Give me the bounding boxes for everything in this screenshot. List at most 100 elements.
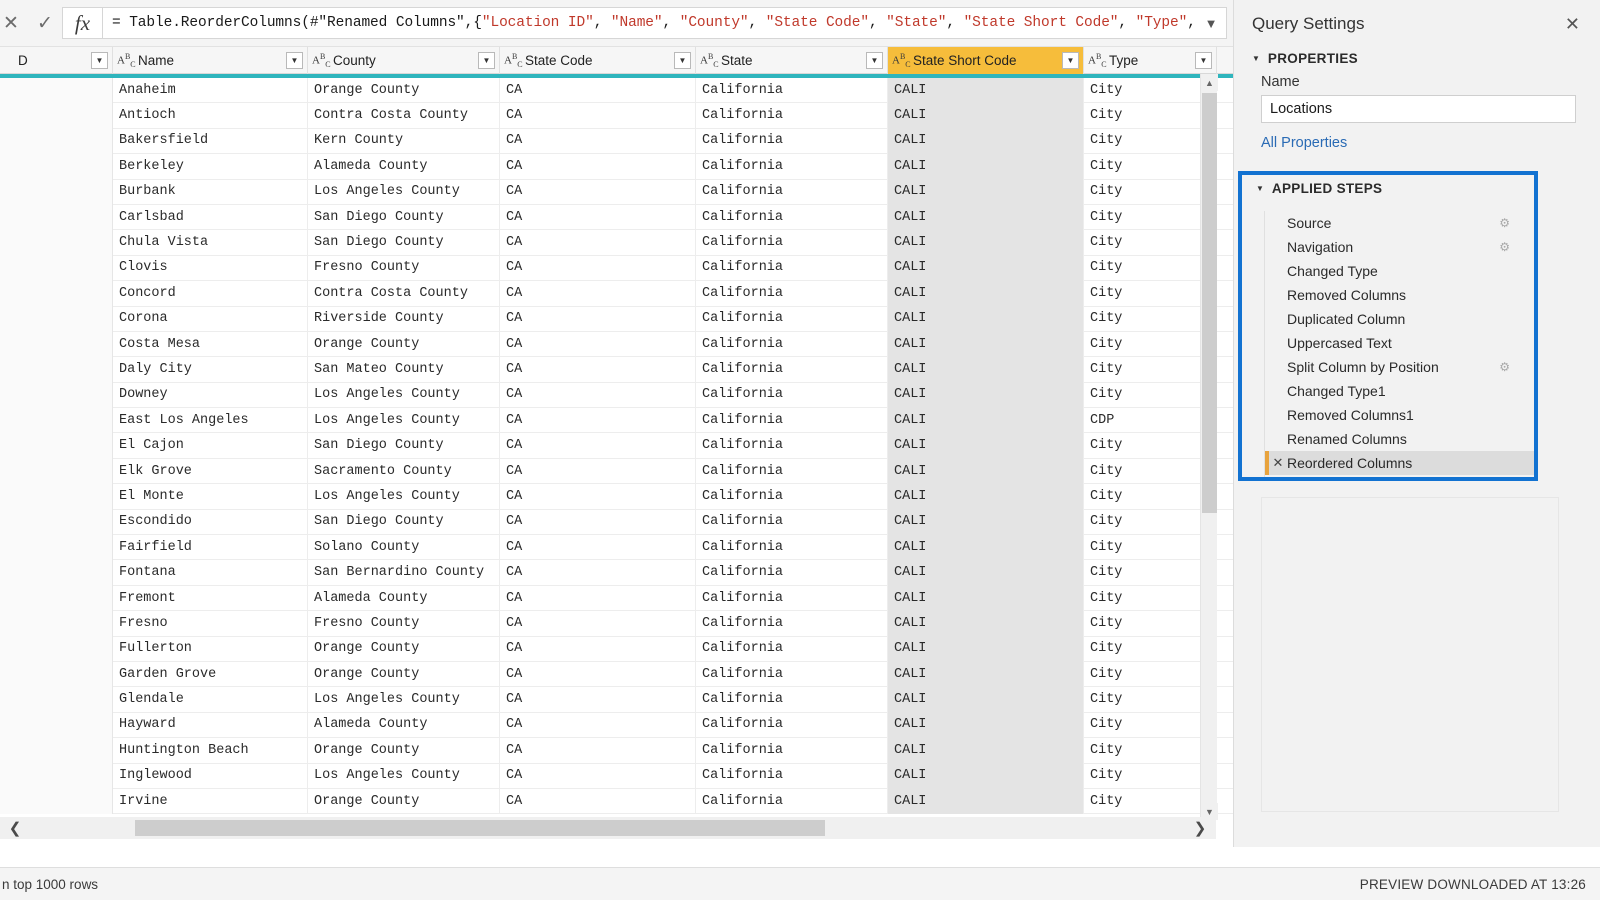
cell-state-code[interactable]: CA [500, 179, 696, 205]
cell-type[interactable]: City [1084, 179, 1217, 205]
cell-name[interactable]: Corona [113, 306, 308, 332]
query-name-input[interactable]: Locations [1261, 95, 1576, 123]
cell-name[interactable]: Downey [113, 382, 308, 408]
cell-county[interactable]: San Bernardino County [308, 559, 500, 586]
cell-county[interactable]: Orange County [308, 737, 500, 764]
cell-id[interactable] [0, 77, 113, 103]
cell-county[interactable]: Los Angeles County [308, 763, 500, 789]
cell-short[interactable]: CALI [888, 382, 1084, 408]
cell-name[interactable]: Hayward [113, 712, 308, 738]
cell-state[interactable]: California [696, 610, 888, 637]
cell-name[interactable]: Anaheim [113, 77, 308, 103]
cell-type[interactable]: City [1084, 128, 1217, 154]
cell-name[interactable]: East Los Angeles [113, 407, 308, 433]
table-row[interactable]: Chula Vista San Diego County CA California C… [0, 229, 1233, 256]
cell-name[interactable]: Costa Mesa [113, 331, 308, 357]
cell-id[interactable] [0, 509, 113, 535]
cell-short[interactable]: CALI [888, 712, 1084, 738]
cell-state-code[interactable]: CA [500, 483, 696, 510]
cell-id[interactable] [0, 636, 113, 662]
cell-id[interactable] [0, 306, 113, 332]
cell-short[interactable]: CALI [888, 331, 1084, 357]
cell-county[interactable]: Contra Costa County [308, 280, 500, 307]
cell-state-code[interactable]: CA [500, 661, 696, 687]
cell-county[interactable]: Solano County [308, 534, 500, 560]
cell-type[interactable]: CDP [1084, 407, 1217, 433]
formula-cancel-icon[interactable]: ✕ [0, 8, 28, 38]
cell-county[interactable]: Los Angeles County [308, 179, 500, 205]
cell-county[interactable]: San Mateo County [308, 356, 500, 383]
cell-type[interactable]: City [1084, 331, 1217, 357]
table-row[interactable]: Hayward Alameda County CA California CALI Cit… [0, 712, 1233, 739]
cell-state-code[interactable]: CA [500, 610, 696, 637]
cell-type[interactable]: City [1084, 661, 1217, 687]
gear-icon[interactable]: ⚙ [1499, 240, 1510, 254]
applied-step-removed-columns1[interactable]: Removed Columns1 [1265, 403, 1534, 427]
cell-state[interactable]: California [696, 102, 888, 129]
cell-type[interactable]: City [1084, 686, 1217, 713]
cell-name[interactable]: Concord [113, 280, 308, 307]
cell-short[interactable]: CALI [888, 306, 1084, 332]
cell-type[interactable]: City [1084, 788, 1217, 814]
table-row[interactable]: Fresno Fresno County CA California CALI City [0, 610, 1233, 637]
table-row[interactable]: Carlsbad San Diego County CA California CALI… [0, 204, 1233, 231]
table-row[interactable]: Downey Los Angeles County CA California CALI… [0, 382, 1233, 409]
applied-step-navigation[interactable]: Navigation ⚙ [1265, 235, 1534, 259]
horizontal-scrollbar[interactable]: ❮ [0, 817, 1216, 839]
column-header-type[interactable]: ABC Type ▼ [1084, 47, 1217, 74]
cell-type[interactable]: City [1084, 763, 1217, 789]
cell-short[interactable]: CALI [888, 102, 1084, 129]
cell-name[interactable]: Bakersfield [113, 128, 308, 154]
cell-state[interactable]: California [696, 585, 888, 611]
table-row[interactable]: Clovis Fresno County CA California CALI City [0, 255, 1233, 282]
cell-type[interactable]: City [1084, 382, 1217, 408]
cell-id[interactable] [0, 128, 113, 154]
applied-step-changed-type[interactable]: Changed Type [1265, 259, 1534, 283]
cell-id[interactable] [0, 610, 113, 637]
cell-state[interactable]: California [696, 280, 888, 307]
applied-step-split-column-by-position[interactable]: Split Column by Position ⚙ [1265, 355, 1534, 379]
gear-icon[interactable]: ⚙ [1499, 216, 1510, 230]
table-row[interactable]: Fullerton Orange County CA California CALI Ci… [0, 636, 1233, 662]
cell-state[interactable]: California [696, 788, 888, 814]
table-row[interactable]: El Monte Los Angeles County CA California CA… [0, 483, 1233, 510]
cell-id[interactable] [0, 686, 113, 713]
cell-short[interactable]: CALI [888, 585, 1084, 611]
cell-state-code[interactable]: CA [500, 788, 696, 814]
cell-state-code[interactable]: CA [500, 559, 696, 586]
column-header-state-code[interactable]: ABC State Code ▼ [500, 47, 696, 74]
cell-state[interactable]: California [696, 255, 888, 281]
cell-state[interactable]: California [696, 458, 888, 484]
cell-id[interactable] [0, 204, 113, 230]
cell-id[interactable] [0, 788, 113, 814]
cell-state-code[interactable]: CA [500, 204, 696, 230]
cell-state-code[interactable]: CA [500, 128, 696, 154]
table-row[interactable]: Fremont Alameda County CA California CALI Cit… [0, 585, 1233, 612]
cell-short[interactable]: CALI [888, 128, 1084, 154]
cell-county[interactable]: Riverside County [308, 306, 500, 332]
cell-state[interactable]: California [696, 483, 888, 510]
filter-dropdown-icon[interactable]: ▼ [866, 52, 883, 69]
table-row[interactable]: Antioch Contra Costa County CA California CA… [0, 102, 1233, 129]
cell-state-code[interactable]: CA [500, 407, 696, 433]
cell-state[interactable]: California [696, 204, 888, 230]
cell-name[interactable]: Carlsbad [113, 204, 308, 230]
filter-dropdown-icon[interactable]: ▼ [674, 52, 691, 69]
scroll-right-chevron-right-icon[interactable]: ❯ [1185, 817, 1215, 839]
vertical-scroll-thumb[interactable] [1202, 93, 1217, 513]
cell-state-code[interactable]: CA [500, 356, 696, 383]
column-header-state[interactable]: ABC State ▼ [696, 47, 888, 74]
cell-county[interactable]: Orange County [308, 661, 500, 687]
cell-id[interactable] [0, 737, 113, 764]
cell-state-code[interactable]: CA [500, 153, 696, 180]
column-header-name[interactable]: ABC Name ▼ [113, 47, 308, 74]
table-row[interactable]: Irvine Orange County CA California CALI City [0, 788, 1233, 815]
cell-state[interactable]: California [696, 407, 888, 433]
cell-state-code[interactable]: CA [500, 737, 696, 764]
cell-state[interactable]: California [696, 737, 888, 764]
cell-state[interactable]: California [696, 179, 888, 205]
cell-state[interactable]: California [696, 686, 888, 713]
cell-state-code[interactable]: CA [500, 458, 696, 484]
cell-county[interactable]: Los Angeles County [308, 483, 500, 510]
cell-name[interactable]: Garden Grove [113, 661, 308, 687]
